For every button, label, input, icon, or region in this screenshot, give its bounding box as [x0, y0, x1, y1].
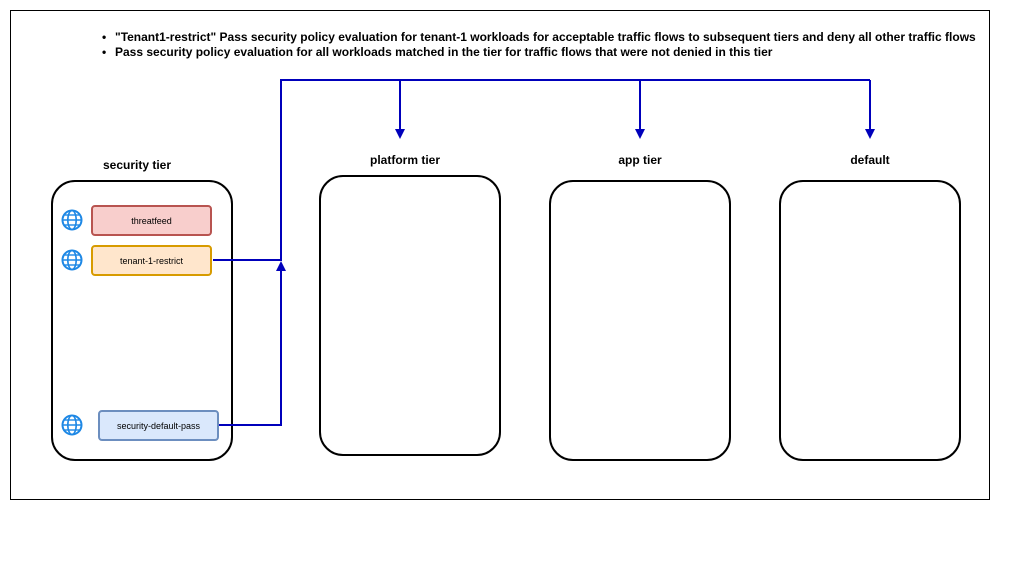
arrowhead-app [635, 129, 645, 139]
arrowhead-up [276, 261, 286, 271]
tenant-flow-line [213, 79, 870, 261]
arrowhead-platform [395, 129, 405, 139]
arrowhead-default [865, 129, 875, 139]
default-pass-flow-line [219, 268, 282, 426]
flow-connectors [213, 79, 875, 426]
